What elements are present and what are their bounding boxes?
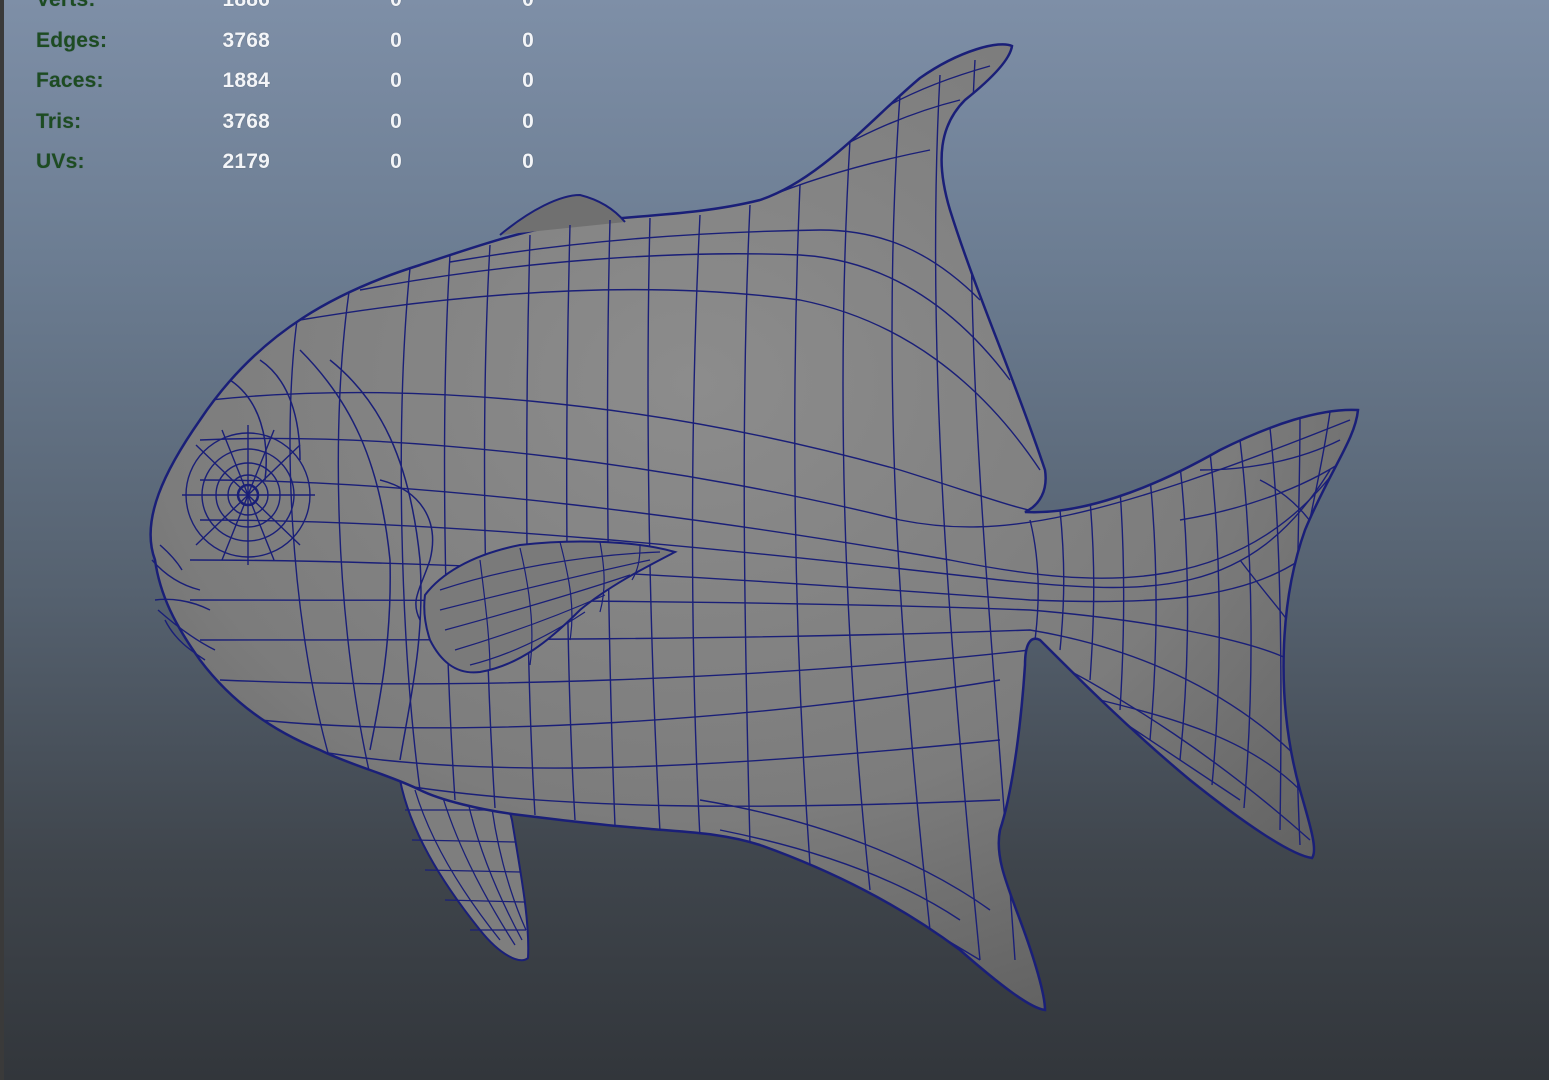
hud-label: Edges: [36, 28, 108, 52]
hud-value: 0 [522, 28, 534, 52]
hud-value: 0 [376, 0, 402, 12]
hud-value: 3768 [222, 28, 270, 52]
hud-value: 0 [522, 109, 534, 133]
fish-body [149, 43, 1360, 1012]
hud-label: UVs: [36, 150, 85, 173]
hud-value: 0 [522, 150, 534, 173]
hud-value: 1884 [222, 69, 270, 92]
hud-value: 0 [390, 109, 402, 133]
hud-value: 3768 [222, 109, 270, 133]
hud-label: Faces: [36, 69, 104, 92]
hud-value: 0 [522, 69, 534, 92]
hud-label: Verts: [36, 0, 96, 12]
hud-value: 1886 [212, 0, 270, 12]
hud-label: Tris: [36, 109, 82, 133]
hud-value: 0 [390, 150, 402, 173]
hud-value: 0 [390, 69, 402, 92]
hud-value: 0 [390, 28, 402, 52]
hud-value: 0 [508, 0, 534, 12]
3d-viewport[interactable]: Verts: 1886 0 0 Edges: 3768 0 0 Faces: 1… [0, 0, 1549, 1080]
hud-value: 2179 [222, 150, 270, 173]
